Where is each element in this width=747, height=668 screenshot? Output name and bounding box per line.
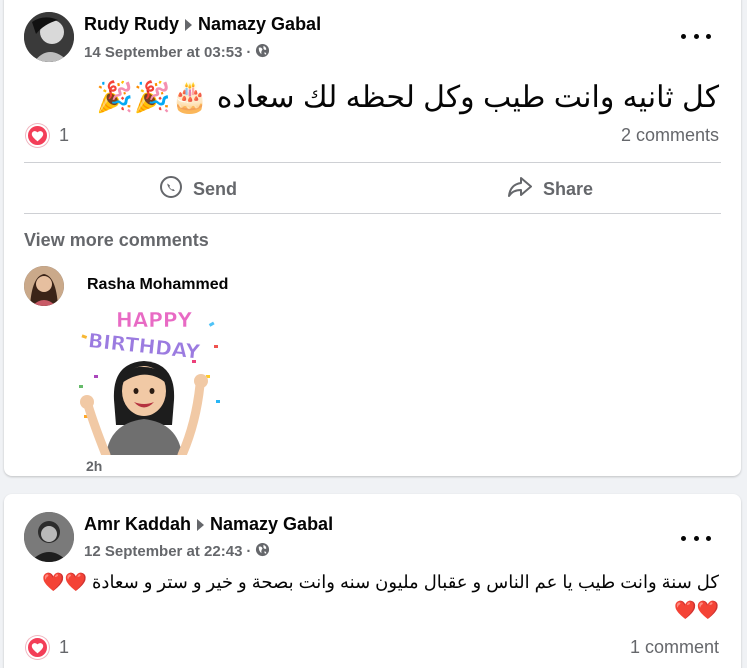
sticker-text-birthday: BIRTHDAY [87, 328, 202, 364]
share-button[interactable]: Share [507, 175, 593, 204]
post-text-line1: كل سنة وانت طيب يا عم الناس و عقبال مليو… [42, 572, 719, 592]
post-meta: 14 September at 03:53 · [84, 43, 270, 62]
heart-reaction-icon[interactable] [26, 124, 49, 147]
reaction-count[interactable]: 1 [59, 637, 69, 658]
target-name[interactable]: Namazy Gabal [198, 14, 321, 35]
more-options-icon[interactable] [681, 528, 711, 548]
author-name[interactable]: Amr Kaddah [84, 514, 191, 535]
author-avatar[interactable] [24, 12, 74, 62]
author-avatar[interactable] [24, 512, 74, 562]
globe-icon [255, 542, 270, 561]
heart-reaction-icon[interactable] [26, 636, 49, 659]
post-header-names: Amr Kaddah Namazy Gabal [84, 514, 333, 535]
view-more-comments-link[interactable]: View more comments [24, 230, 209, 251]
post-timestamp[interactable]: 12 September at 22:43 [84, 543, 242, 560]
messenger-icon [159, 175, 183, 204]
post-text: كل ثانيه وانت طيب وكل لحظه لك سعاده 🎂🎉🎉 [96, 81, 719, 114]
comments-count[interactable]: 1 comment [630, 637, 719, 658]
reaction-summary: 1 1 comment [26, 636, 719, 659]
divider [24, 213, 721, 214]
more-options-icon[interactable] [681, 26, 711, 46]
author-name[interactable]: Rudy Rudy [84, 14, 179, 35]
share-label: Share [543, 179, 594, 199]
post-meta: 12 September at 22:43 · [84, 542, 270, 561]
post-header-names: Rudy Rudy Namazy Gabal [84, 14, 321, 35]
send-button[interactable]: Send [159, 175, 237, 204]
share-icon [507, 175, 533, 204]
target-name[interactable]: Namazy Gabal [210, 514, 333, 535]
post-timestamp[interactable]: 14 September at 03:53 [84, 44, 242, 61]
reaction-count[interactable]: 1 [59, 125, 69, 146]
reaction-summary: 1 2 comments [26, 124, 719, 147]
post-text-line2: ❤️❤️ [674, 600, 719, 620]
separator-dot: · [246, 543, 252, 560]
divider [24, 162, 721, 163]
commenter-name[interactable]: Rasha Mohammed [87, 276, 228, 294]
send-label: Send [193, 179, 238, 199]
comment-time[interactable]: 2h [86, 458, 102, 474]
globe-icon [255, 43, 270, 62]
arrow-right-icon [185, 18, 193, 31]
comments-count[interactable]: 2 comments [621, 125, 719, 146]
birthday-sticker[interactable]: HAPPY BIRTHDAY [74, 305, 224, 460]
separator-dot: · [246, 44, 252, 61]
post-card: Amr Kaddah Namazy Gabal 12 September at … [4, 494, 741, 668]
commenter-avatar[interactable] [24, 266, 64, 306]
arrow-right-icon [197, 518, 205, 531]
post-card: Rudy Rudy Namazy Gabal 14 September at 0… [4, 0, 741, 476]
sticker-text-happy: HAPPY [116, 308, 193, 332]
